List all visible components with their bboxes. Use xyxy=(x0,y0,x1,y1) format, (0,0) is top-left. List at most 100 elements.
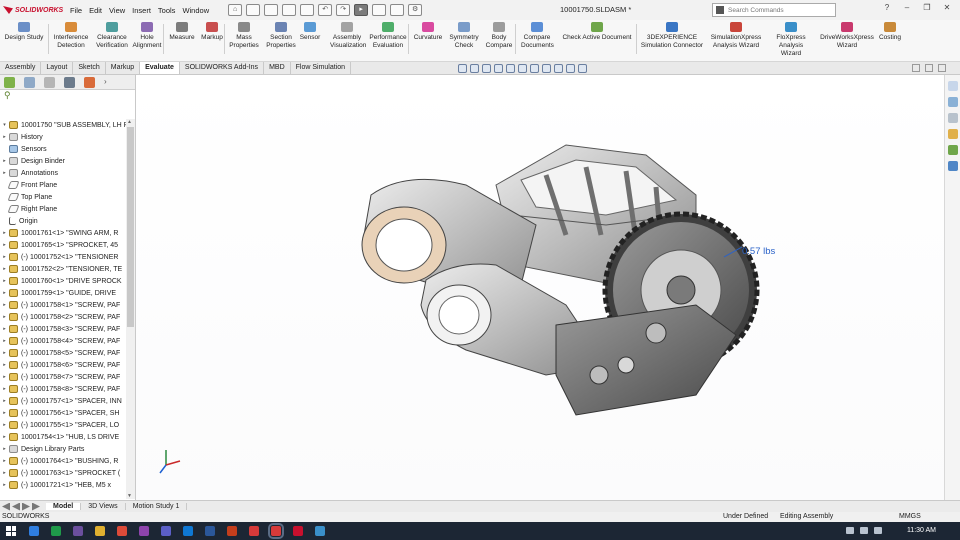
home-icon[interactable]: ⌂ xyxy=(228,4,243,16)
tree-item[interactable]: ▸ (-) 10001758<5> "SCREW, PAF xyxy=(0,347,126,359)
collapse-icon[interactable]: ▾ xyxy=(0,122,9,128)
tab-sketch[interactable]: Sketch xyxy=(73,62,106,74)
status-units[interactable]: MMGS xyxy=(899,513,921,520)
network-icon[interactable] xyxy=(846,527,854,534)
expand-icon[interactable]: ▸ xyxy=(0,302,9,308)
expand-icon[interactable]: ▸ xyxy=(0,266,9,272)
acrobat-icon[interactable] xyxy=(293,526,303,536)
expand-icon[interactable]: ▸ xyxy=(0,350,9,356)
expand-icon[interactable]: ▸ xyxy=(0,338,9,344)
menu-edit[interactable]: Edit xyxy=(89,6,102,15)
solidworks-logo[interactable]: SOLIDWORKS xyxy=(0,6,70,14)
cmd-compare-button[interactable]: Compare Documents xyxy=(521,22,554,50)
solidworks-active-icon[interactable] xyxy=(268,523,284,539)
tree-item[interactable]: Top Plane xyxy=(0,191,126,203)
tree-item[interactable]: ▸ History xyxy=(0,131,126,143)
expand-icon[interactable]: ▸ xyxy=(0,386,9,392)
expand-icon[interactable]: ▸ xyxy=(0,434,9,440)
menu-view[interactable]: View xyxy=(109,6,125,15)
tree-item[interactable]: ▸ (-) 10001752<1> "TENSIONER xyxy=(0,251,126,263)
tree-item[interactable]: ▸ Annotations xyxy=(0,167,126,179)
tree-item[interactable]: ▸ (-) 10001758<4> "SCREW, PAF xyxy=(0,335,126,347)
tab-mbd[interactable]: MBD xyxy=(264,62,291,74)
apply-scene-icon[interactable] xyxy=(566,64,575,73)
expand-icon[interactable]: ▸ xyxy=(0,362,9,368)
expand-icon[interactable]: ▸ xyxy=(0,482,9,488)
zoom-area-icon[interactable] xyxy=(470,64,479,73)
teams-icon[interactable] xyxy=(161,526,171,536)
cmd-check-button[interactable]: Check Active Document xyxy=(559,22,635,42)
tab-motion-study[interactable]: Motion Study 1 xyxy=(126,503,188,510)
file-explorer-icon[interactable] xyxy=(947,113,958,123)
tree-item[interactable]: ▸ (-) 10001758<7> "SCREW, PAF xyxy=(0,371,126,383)
tab-flow-simulation[interactable]: Flow Simulation xyxy=(291,62,352,74)
expand-icon[interactable]: ▸ xyxy=(0,398,9,404)
cmd-3dx-button[interactable]: 3DEXPERIENCE Simulation Connector xyxy=(639,22,705,50)
cmd-sensor-button[interactable]: Sensor xyxy=(299,22,321,42)
undo-icon[interactable]: ↶ xyxy=(318,4,333,16)
first-tab-icon[interactable] xyxy=(2,502,10,511)
volume-icon[interactable] xyxy=(860,527,868,534)
expand-icon[interactable]: ▸ xyxy=(0,158,9,164)
cmd-interference-button[interactable]: Interference Detection xyxy=(52,22,90,50)
expand-icon[interactable]: ▸ xyxy=(0,410,9,416)
tree-item[interactable]: Front Plane xyxy=(0,179,126,191)
tree-item[interactable]: Sensors xyxy=(0,143,126,155)
tree-item[interactable]: ▸ 10001752<2> "TENSIONER, TE xyxy=(0,263,126,275)
expand-icon[interactable]: ▸ xyxy=(0,326,9,332)
prev-tab-icon[interactable] xyxy=(12,502,20,511)
close-button[interactable]: ✕ xyxy=(940,3,954,12)
solidworks-resources-icon[interactable] xyxy=(947,81,958,91)
file-properties-icon[interactable] xyxy=(390,4,405,16)
dimxpert-icon[interactable] xyxy=(64,76,75,88)
view-palette-icon[interactable] xyxy=(947,129,958,139)
next-tab-icon[interactable] xyxy=(22,503,30,511)
last-tab-icon[interactable] xyxy=(32,503,40,511)
cmd-assembly-visualization-button[interactable]: Assembly Visualization xyxy=(330,22,366,50)
filter-icon[interactable]: ⚲ xyxy=(0,90,135,104)
expand-icon[interactable]: ▸ xyxy=(0,230,9,236)
tab-layout[interactable]: Layout xyxy=(41,62,74,74)
tree-item[interactable]: ▸ (-) 10001758<2> "SCREW, PAF xyxy=(0,311,126,323)
expand-icon[interactable]: ▸ xyxy=(0,422,9,428)
tree-item[interactable]: ▸ (-) 10001758<1> "SCREW, PAF xyxy=(0,299,126,311)
view-orientation-icon[interactable] xyxy=(518,64,527,73)
tab-evaluate[interactable]: Evaluate xyxy=(140,62,180,74)
viewport-close-icon[interactable] xyxy=(938,64,946,72)
expand-icon[interactable]: ▸ xyxy=(0,446,9,452)
tree-item[interactable]: ▸ (-) 10001758<8> "SCREW, PAF xyxy=(0,383,126,395)
tab-3d-views[interactable]: 3D Views xyxy=(81,503,126,510)
expand-icon[interactable]: ▸ xyxy=(0,374,9,380)
word-icon[interactable] xyxy=(205,526,215,536)
menu-insert[interactable]: Insert xyxy=(132,6,151,15)
property-manager-icon[interactable] xyxy=(24,76,35,88)
tree-item[interactable]: ▸ (-) 10001758<6> "SCREW, PAF xyxy=(0,359,126,371)
taskbar-clock[interactable]: 11:30 AM xyxy=(907,527,936,534)
viewport-minimize-icon[interactable] xyxy=(912,64,920,72)
hide-show-icon[interactable] xyxy=(542,64,551,73)
expand-icon[interactable]: ▸ xyxy=(0,134,9,140)
cmd-performance-button[interactable]: Performance Evaluation xyxy=(368,22,408,50)
section-view-icon[interactable] xyxy=(494,64,503,73)
tree-item[interactable]: ▸ Design Binder xyxy=(0,155,126,167)
windows-start-icon[interactable] xyxy=(6,526,16,536)
onenote-icon[interactable] xyxy=(73,526,83,536)
outlook-icon[interactable] xyxy=(183,526,193,536)
tree-item[interactable]: ▸ (-) 10001721<1> "HEB, M5 x xyxy=(0,479,126,491)
chrome-icon[interactable] xyxy=(117,526,127,536)
print-icon[interactable] xyxy=(300,4,315,16)
graphics-area[interactable] xyxy=(136,75,944,500)
expand-icon[interactable]: ▸ xyxy=(0,470,9,476)
menu-file[interactable]: File xyxy=(70,6,82,15)
cmd-body-compare-button[interactable]: Body Compare xyxy=(484,22,514,50)
appearances-icon[interactable] xyxy=(947,145,958,155)
tab-markup[interactable]: Markup xyxy=(106,62,141,74)
maximize-button[interactable]: ❐ xyxy=(920,3,934,12)
expand-icon[interactable]: ▸ xyxy=(0,254,9,260)
zoom-to-fit-icon[interactable] xyxy=(458,64,467,73)
tree-item[interactable]: ▸ (-) 10001758<3> "SCREW, PAF xyxy=(0,323,126,335)
tree-item[interactable]: Origin xyxy=(0,215,126,227)
display-style-icon[interactable] xyxy=(530,64,539,73)
tree-item[interactable]: ▸ (-) 10001755<1> "SPACER, LO xyxy=(0,419,126,431)
cmd-clearance-button[interactable]: Clearance Verification xyxy=(94,22,130,50)
